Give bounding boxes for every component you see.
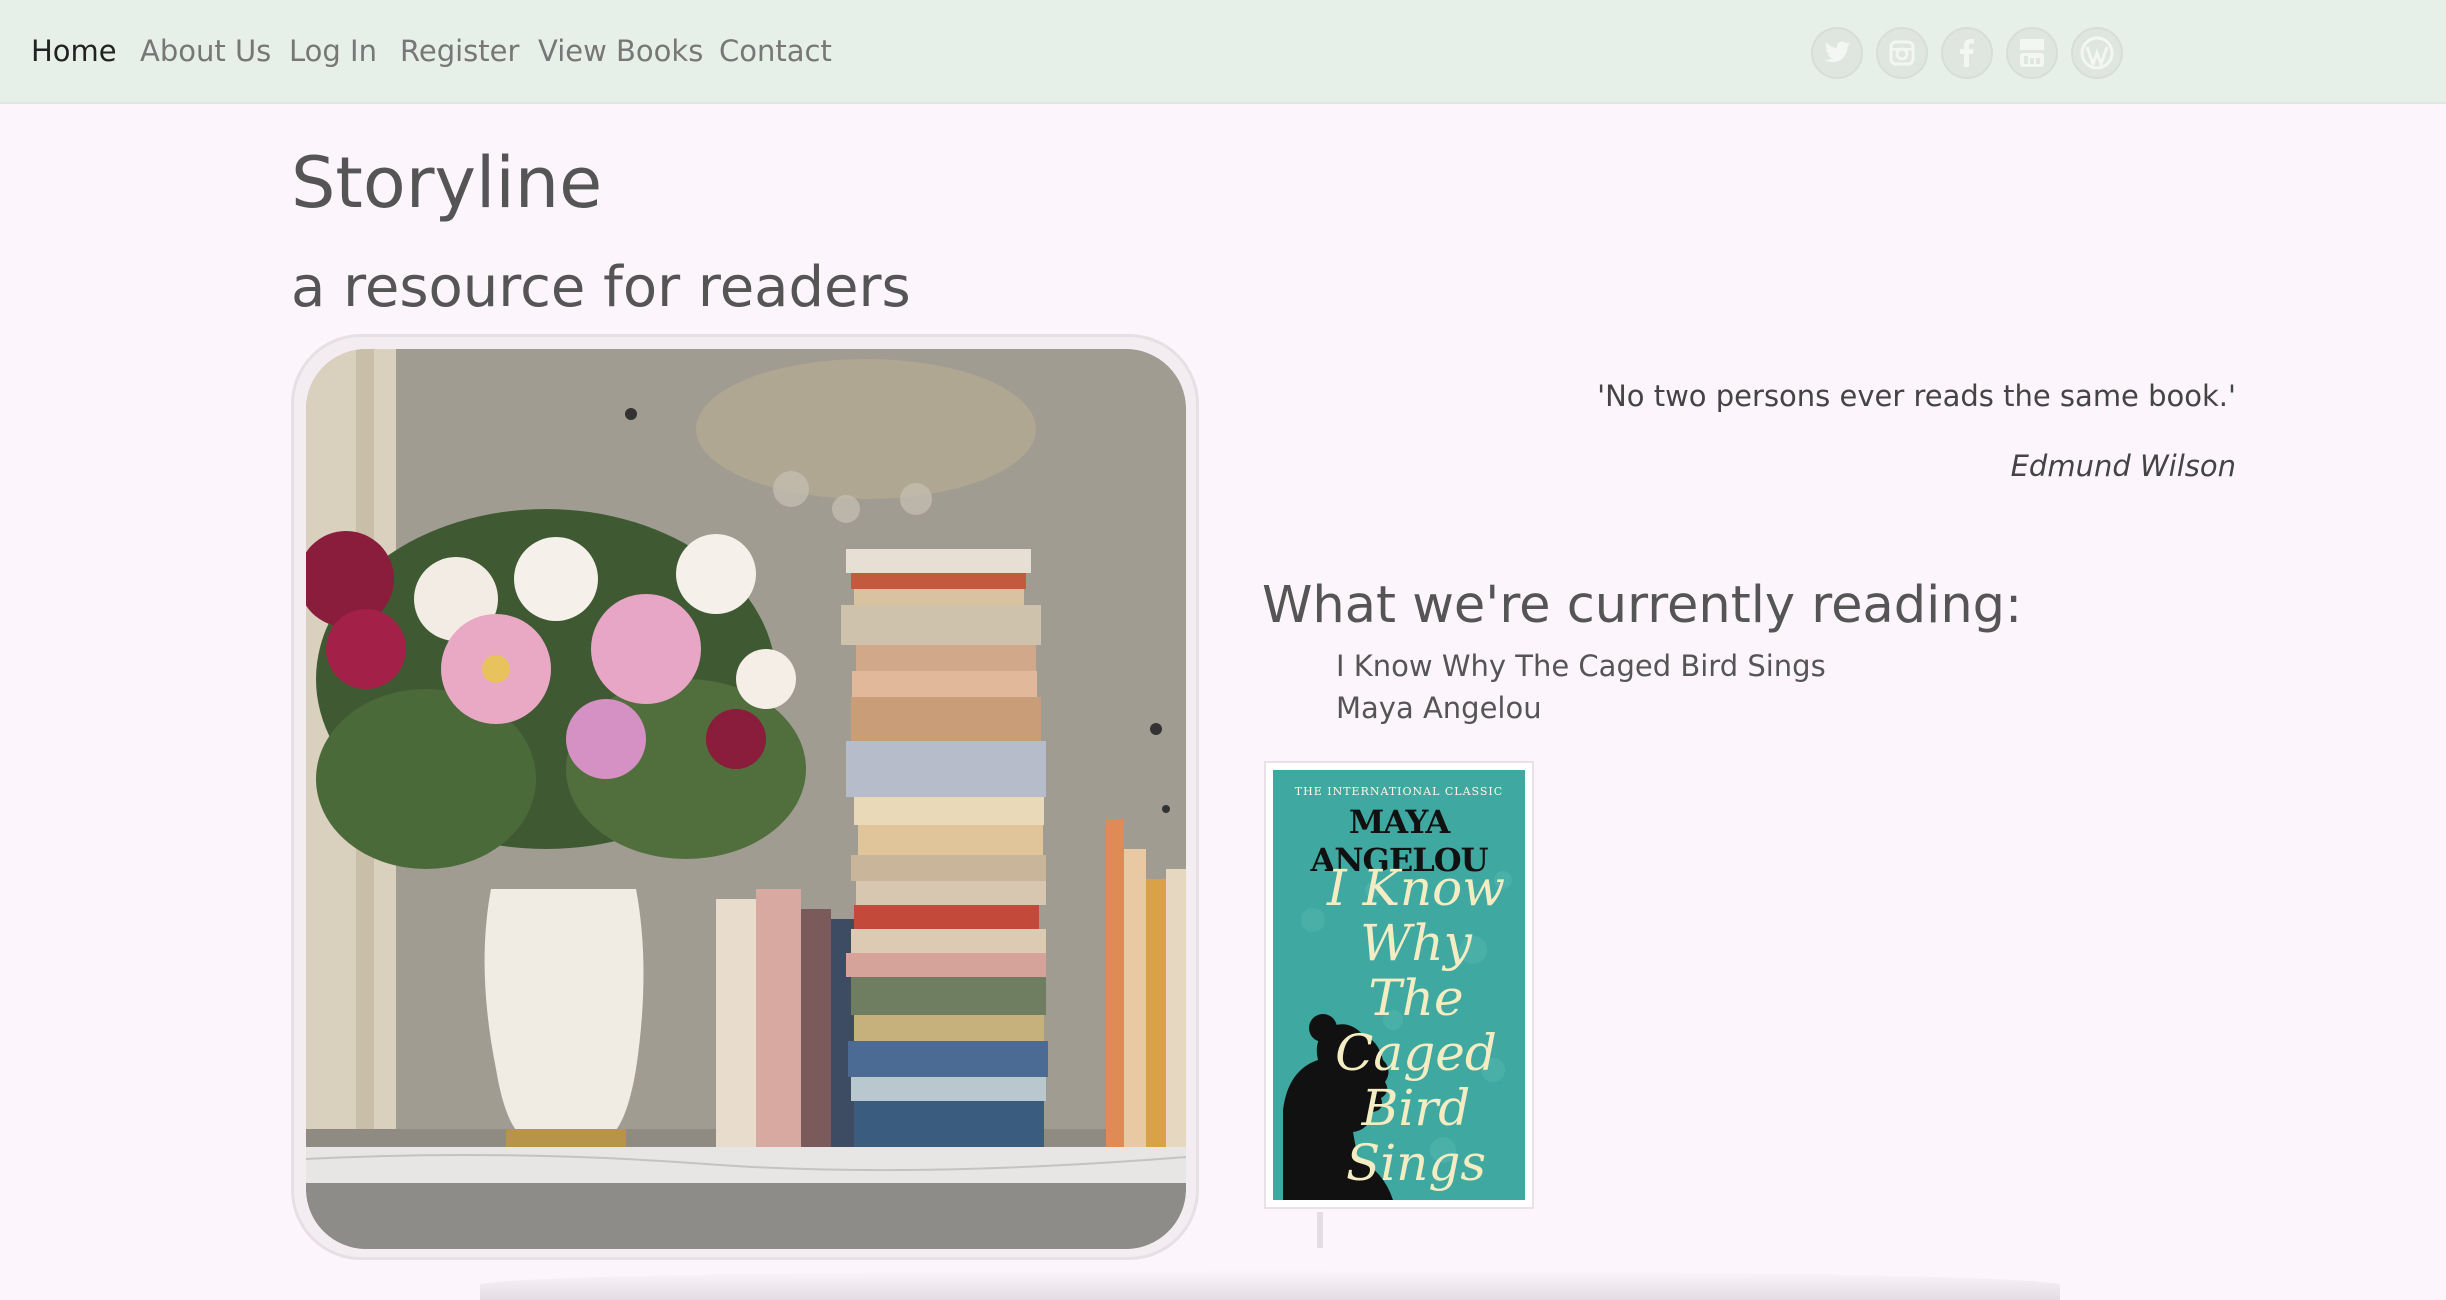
divider [1317,1212,1323,1248]
cover-title: I Know Why The Caged Bird Sings [1326,859,1506,1192]
nav-contact-link[interactable]: Contact [719,30,832,72]
cover-series-label: THE INTERNATIONAL CLASSIC [1294,785,1504,798]
currently-reading-heading: What we're currently reading: [1262,576,2023,635]
nav-view-books-link[interactable]: View Books [538,30,703,72]
navbar: Home About Us Log In Register View Books… [0,0,2446,104]
site-title: Storyline [291,142,603,224]
nav-register-link[interactable]: Register [400,30,519,72]
book-cover-image[interactable]: THE INTERNATIONAL CLASSIC MAYA ANGELOU I… [1264,761,1534,1209]
currently-reading-title: I Know Why The Caged Bird Sings [1336,649,1826,683]
nav-about-link[interactable]: About Us [140,30,271,72]
quote-author: Edmund Wilson [2010,449,2236,483]
youtube-icon[interactable] [2006,27,2058,79]
currently-reading-author: Maya Angelou [1336,691,1542,725]
instagram-icon[interactable] [1876,27,1928,79]
quote-text: 'No two persons ever reads the same book… [1597,379,2236,413]
facebook-icon[interactable] [1941,27,1993,79]
wordpress-icon[interactable] [2071,27,2123,79]
nav-login-link[interactable]: Log In [289,30,377,72]
site-tagline: a resource for readers [291,255,911,320]
twitter-icon[interactable] [1811,27,1863,79]
page-bottom-shadow [480,1270,2060,1300]
nav-home-link[interactable]: Home [31,30,117,72]
hero-image [291,334,1199,1260]
